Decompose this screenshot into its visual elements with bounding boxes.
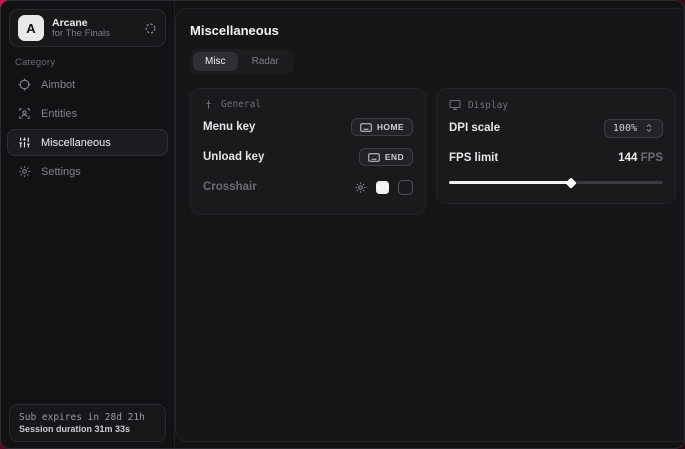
tab-radar[interactable]: Radar: [240, 52, 291, 71]
fps-limit-slider-thumb[interactable]: [566, 177, 577, 188]
sidebar-item-miscellaneous[interactable]: Miscellaneous: [7, 129, 168, 156]
crosshair-settings-gear-icon[interactable]: [354, 181, 367, 194]
crosshair-icon: [18, 78, 31, 91]
slider-control-icon: [203, 99, 214, 110]
tab-misc[interactable]: Misc: [193, 52, 238, 71]
sidebar-item-label: Settings: [41, 166, 81, 178]
fps-limit-row: FPS limit 144 FPS: [449, 145, 663, 171]
keyboard-icon: [360, 123, 372, 132]
general-panel-title: General: [221, 99, 261, 110]
page-title: Miscellaneous: [190, 23, 676, 38]
menu-key-value: HOME: [377, 122, 404, 132]
crosshair-checkbox[interactable]: [398, 180, 413, 195]
sidebar-item-label: Entities: [41, 108, 77, 120]
sidebar-item-label: Miscellaneous: [41, 137, 111, 149]
sub-expires-text: Sub expires in 28d 21h: [19, 412, 156, 423]
fps-limit-label: FPS limit: [449, 152, 498, 164]
chevrons-up-down-icon: [644, 123, 654, 133]
dpi-scale-value: 100%: [613, 123, 637, 134]
sidebar: A Arcane for The Finals Category: [1, 1, 175, 448]
menu-key-label: Menu key: [203, 121, 255, 133]
fps-limit-slider[interactable]: [449, 175, 663, 189]
crosshair-color-swatch[interactable]: [376, 181, 389, 194]
crosshair-row: Crosshair: [203, 174, 413, 200]
dpi-scale-select[interactable]: 100%: [604, 119, 663, 138]
category-label: Category: [15, 57, 55, 68]
tab-bar: Misc Radar: [190, 49, 294, 74]
app-subtitle: for The Finals: [52, 29, 136, 40]
entities-scan-icon: [18, 107, 31, 120]
dpi-scale-label: DPI scale: [449, 122, 500, 134]
sidebar-item-label: Aimbot: [41, 79, 75, 91]
user-card[interactable]: A Arcane for The Finals: [9, 9, 166, 47]
monitor-icon: [449, 99, 461, 111]
app-window: A Arcane for The Finals Category: [0, 0, 685, 449]
subscription-card: Sub expires in 28d 21h Session duration …: [9, 404, 166, 442]
keyboard-icon: [368, 153, 380, 162]
unload-key-value: END: [385, 152, 404, 162]
display-panel-header: Display: [449, 99, 663, 111]
fps-limit-slider-fill: [449, 181, 571, 184]
unload-key-button[interactable]: END: [359, 148, 413, 166]
app-meta: Arcane for The Finals: [52, 17, 136, 40]
unload-key-label: Unload key: [203, 151, 264, 163]
display-panel-title: Display: [468, 100, 508, 111]
menu-key-button[interactable]: HOME: [351, 118, 413, 136]
crosshair-label: Crosshair: [203, 181, 257, 193]
sidebar-item-entities[interactable]: Entities: [7, 100, 168, 127]
dpi-scale-row: DPI scale 100%: [449, 115, 663, 141]
fps-limit-value: 144 FPS: [618, 152, 663, 164]
unload-key-row: Unload key END: [203, 144, 413, 170]
session-duration-text: Session duration 31m 33s: [19, 424, 156, 434]
sidebar-nav: Aimbot Entities: [7, 71, 168, 185]
panel-grid: General Menu key HOME: [190, 88, 676, 215]
sidebar-item-aimbot[interactable]: Aimbot: [7, 71, 168, 98]
fps-unit: FPS: [641, 152, 663, 164]
gear-icon: [18, 165, 31, 178]
app-logo: A: [18, 15, 44, 41]
general-panel-header: General: [203, 99, 413, 110]
menu-key-row: Menu key HOME: [203, 114, 413, 140]
refresh-icon[interactable]: [144, 22, 157, 35]
fps-number: 144: [618, 152, 637, 164]
general-panel: General Menu key HOME: [190, 88, 426, 215]
main-content: Miscellaneous Misc Radar General Menu ke…: [175, 8, 685, 442]
sidebar-item-settings[interactable]: Settings: [7, 158, 168, 185]
app-name: Arcane: [52, 17, 136, 29]
display-panel: Display DPI scale 100% FPS limit: [436, 88, 676, 204]
sliders-icon: [18, 136, 31, 149]
crosshair-controls: [354, 180, 413, 195]
